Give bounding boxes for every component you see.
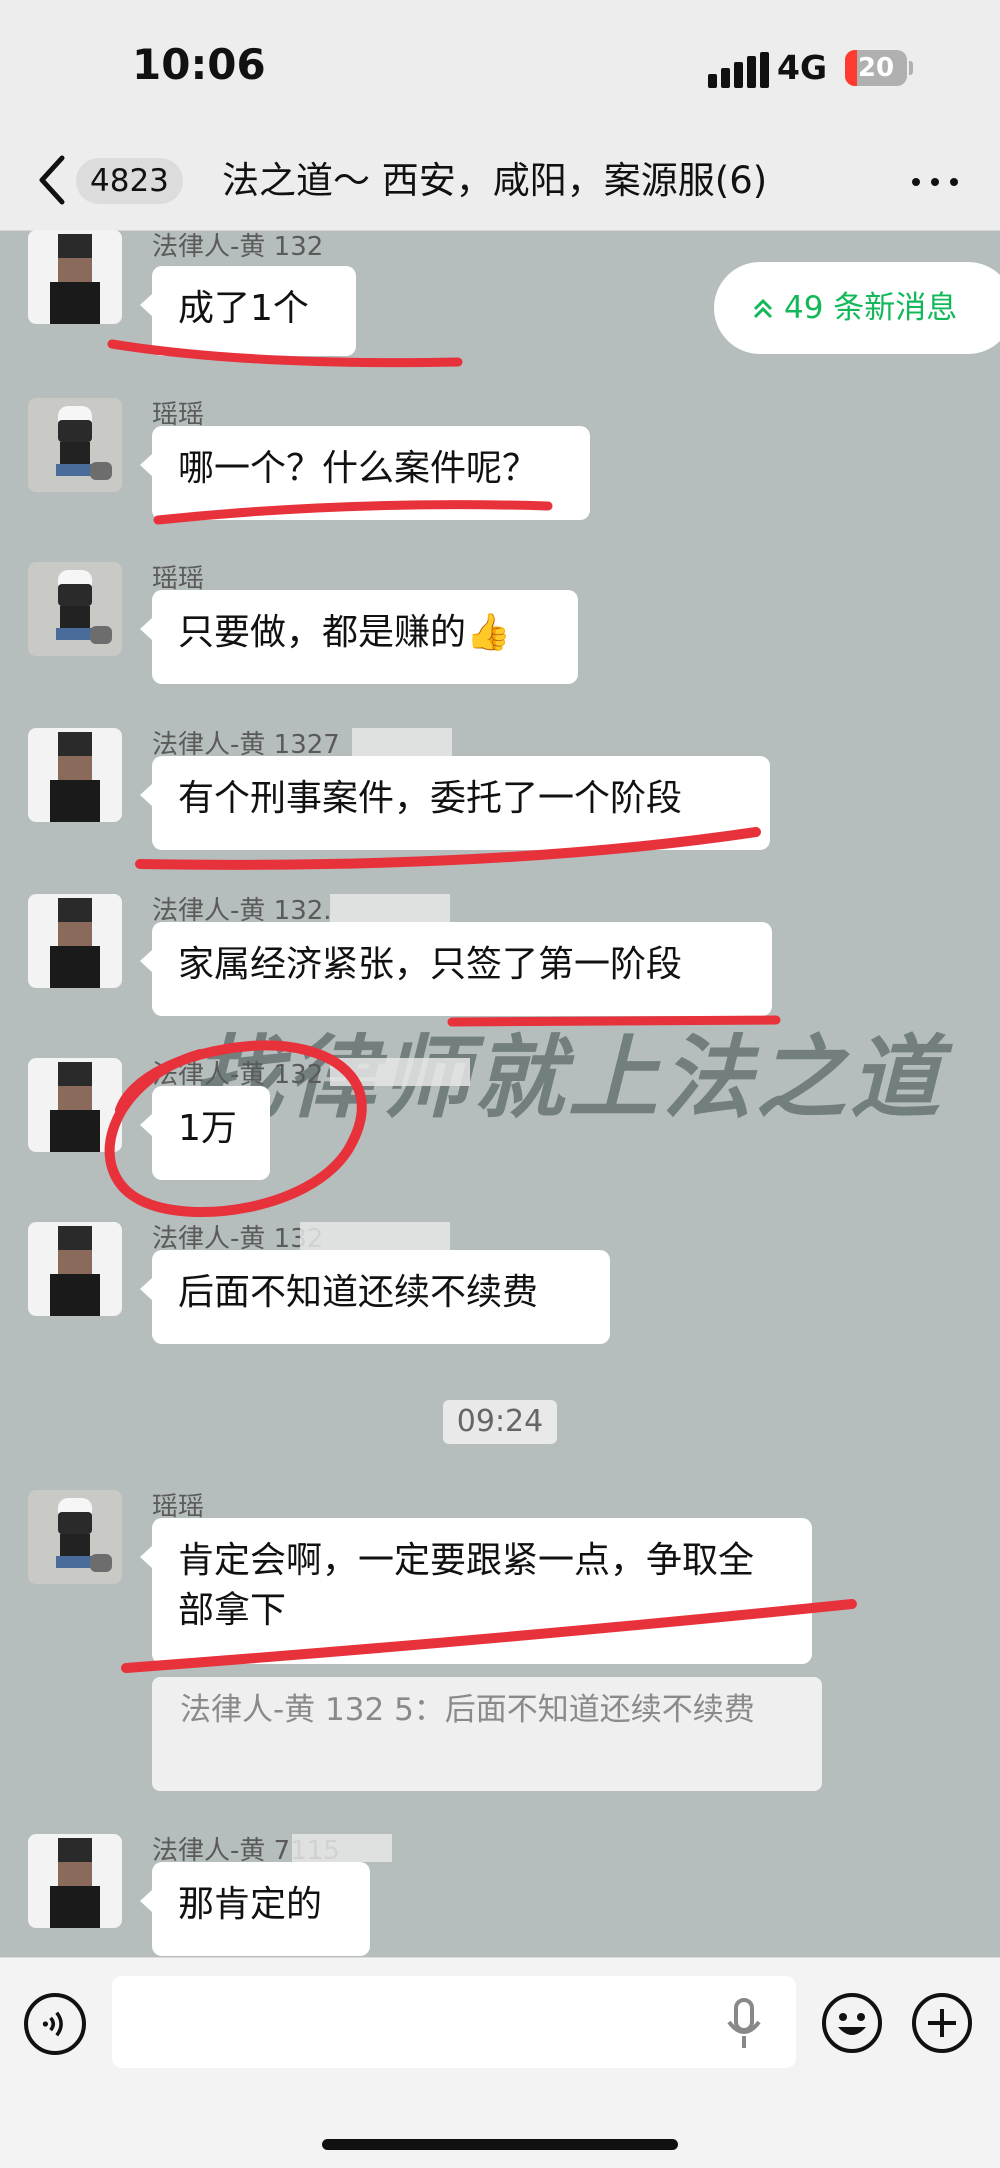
- avatar[interactable]: [28, 398, 122, 492]
- message-bubble[interactable]: 那肯定的: [140, 1862, 370, 1956]
- message-bubble[interactable]: 只要做，都是赚的👍: [140, 590, 578, 684]
- battery-percent: 20: [857, 53, 895, 83]
- chat-title: 法之道～ 西安，咸阳，案源服(6): [222, 154, 872, 208]
- message-bubble[interactable]: 后面不知道还续不续费: [140, 1250, 610, 1344]
- redaction-block: [352, 728, 452, 756]
- message-bubble[interactable]: 哪一个？什么案件呢？: [140, 426, 590, 520]
- avatar[interactable]: [28, 230, 122, 324]
- unread-count-badge[interactable]: 4823: [76, 158, 183, 204]
- avatar[interactable]: [28, 1222, 122, 1316]
- more-icon[interactable]: [910, 154, 960, 208]
- battery-tip: [909, 61, 913, 75]
- time-divider: 09:24: [443, 1400, 557, 1444]
- new-messages-button[interactable]: 49 条新消息: [714, 262, 1000, 354]
- input-bar: [0, 1957, 1000, 2168]
- avatar[interactable]: [28, 1058, 122, 1152]
- message-bubble[interactable]: 有个刑事案件，委托了一个阶段: [140, 756, 770, 850]
- microphone-icon[interactable]: [724, 1996, 764, 2052]
- redaction-block: [330, 1058, 470, 1086]
- new-messages-label: 49 条新消息: [784, 290, 958, 326]
- message-bubble[interactable]: 1万: [140, 1086, 270, 1180]
- voice-input-icon[interactable]: [24, 1993, 86, 2055]
- sender-name: 法律人-黄 132: [152, 232, 324, 262]
- message-bubble[interactable]: 家属经济紧张，只签了第一阶段: [140, 922, 772, 1016]
- message-bubble[interactable]: 成了1个: [140, 266, 356, 356]
- home-indicator: [322, 2139, 678, 2150]
- member-count: (6): [714, 159, 768, 202]
- redaction-block: [292, 1834, 392, 1862]
- chat-screen: 10:06 4G 20 4823 法之道～ 西安，咸阳，案源服(6) 找律师就上…: [0, 0, 1000, 2168]
- chat-title-text: 法之道～ 西安，咸阳，案源服: [222, 159, 715, 202]
- avatar[interactable]: [28, 728, 122, 822]
- chat-header: 4823 法之道～ 西安，咸阳，案源服(6): [0, 130, 1000, 231]
- message-bubble[interactable]: 肯定会啊，一定要跟紧一点，争取全部拿下: [140, 1518, 812, 1664]
- avatar[interactable]: [28, 1490, 122, 1584]
- signal-icon: [708, 52, 770, 88]
- avatar[interactable]: [28, 562, 122, 656]
- clock: 10:06: [132, 40, 266, 89]
- back-chevron-icon[interactable]: [32, 152, 72, 208]
- emoji-icon[interactable]: [820, 1991, 884, 2055]
- network-type: 4G: [777, 48, 828, 87]
- message-input[interactable]: [112, 1976, 796, 2068]
- plus-icon[interactable]: [910, 1991, 974, 2055]
- avatar[interactable]: [28, 1834, 122, 1928]
- redaction-block: [300, 1222, 450, 1250]
- status-bar: 10:06 4G 20: [0, 0, 1000, 130]
- battery-icon: 20: [845, 50, 907, 86]
- redaction-block: [330, 894, 450, 922]
- avatar[interactable]: [28, 894, 122, 988]
- double-chevron-up-icon: [753, 298, 773, 319]
- quoted-reply[interactable]: 法律人-黄 132 5：后面不知道还续不续费: [152, 1677, 822, 1791]
